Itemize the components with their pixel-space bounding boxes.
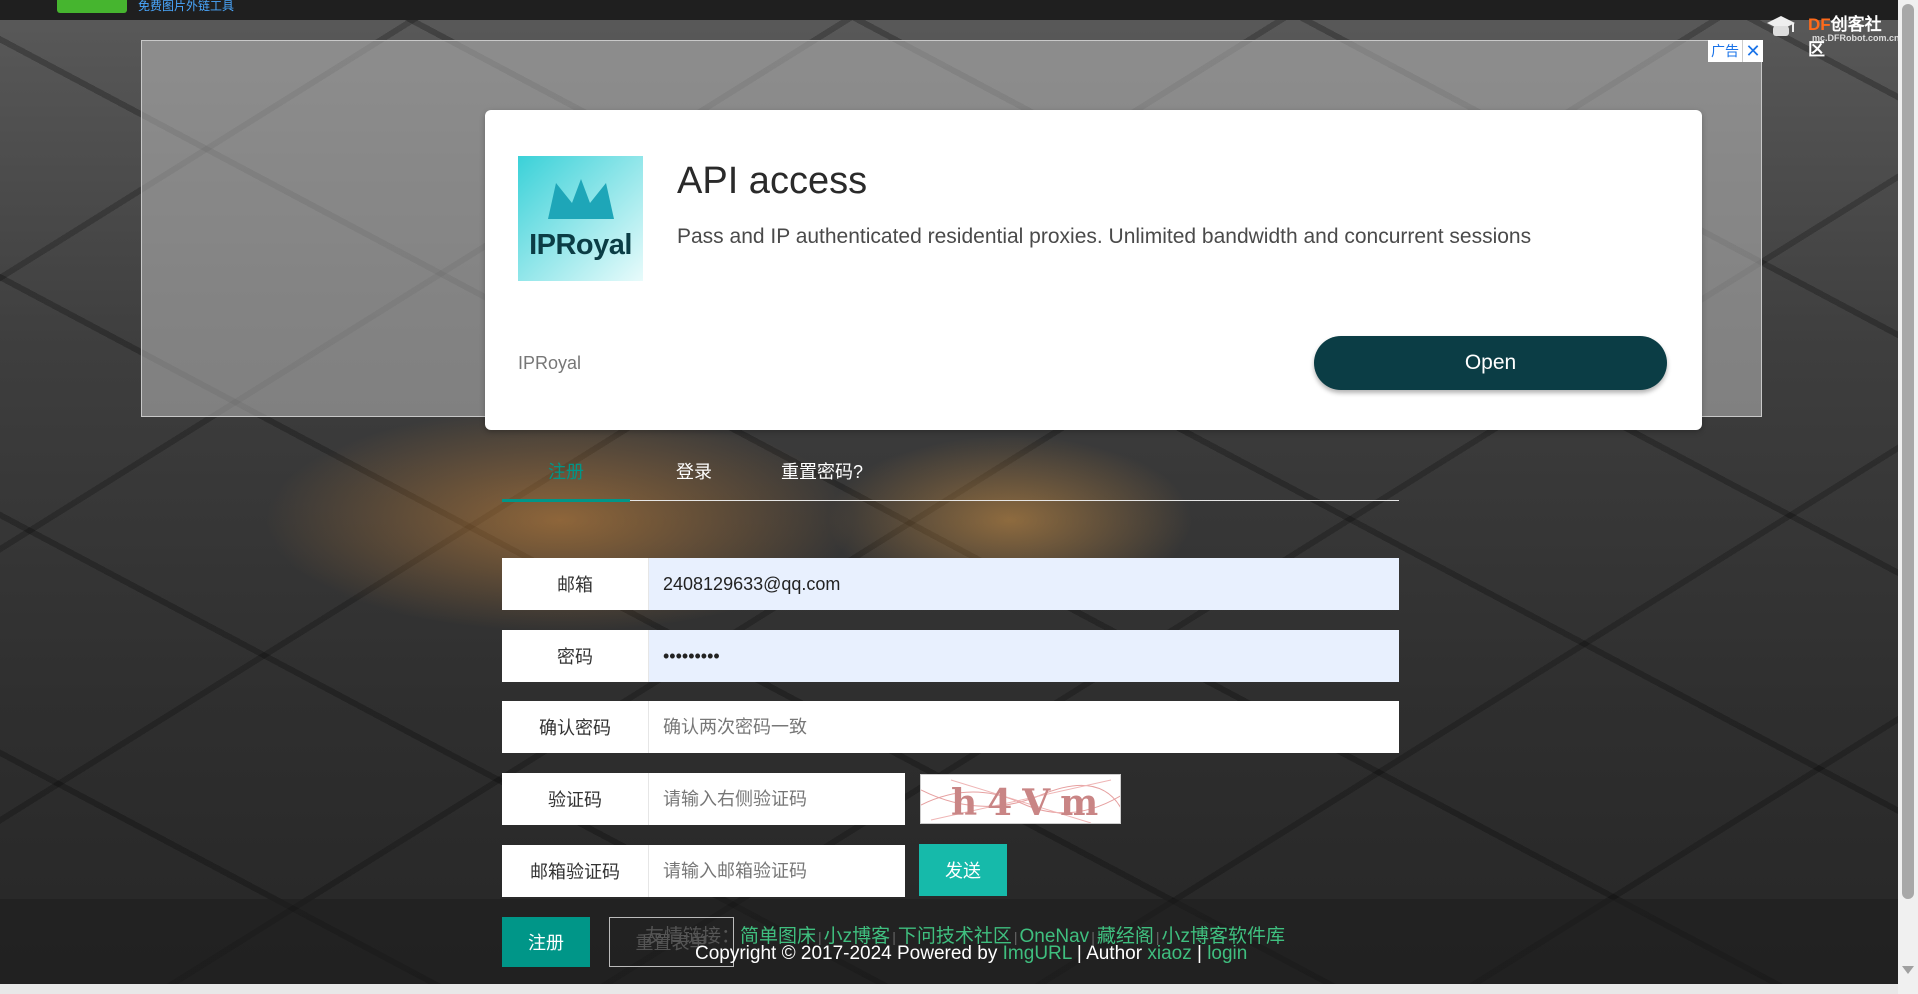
auth-tabs: 注册 登录 重置密码? bbox=[502, 455, 1399, 502]
captcha-image[interactable]: h4Vm bbox=[920, 774, 1121, 824]
tab-login[interactable]: 登录 bbox=[630, 455, 758, 499]
password-input[interactable] bbox=[649, 630, 1399, 682]
ad-open-button[interactable]: Open bbox=[1314, 336, 1667, 390]
tab-reset-password[interactable]: 重置密码? bbox=[758, 455, 886, 499]
email-input[interactable] bbox=[649, 558, 1399, 610]
captcha-graphic: h4Vm bbox=[921, 779, 1120, 824]
confirm-password-input[interactable] bbox=[649, 701, 1399, 753]
captcha-label: 验证码 bbox=[502, 773, 649, 825]
author-label: | Author bbox=[1076, 943, 1143, 964]
ad-title[interactable]: API access bbox=[677, 160, 867, 203]
ad-advertiser: IPRoyal bbox=[518, 353, 582, 373]
ad-frame: IPRoyal API access Pass and IP authentic… bbox=[141, 40, 1762, 430]
password-label: 密码 bbox=[502, 630, 649, 682]
site-logo[interactable] bbox=[57, 0, 127, 13]
close-icon[interactable]: ✕ bbox=[1742, 40, 1763, 62]
send-code-button[interactable]: 发送 bbox=[919, 844, 1007, 896]
email-code-row: 邮箱验证码 bbox=[502, 845, 905, 897]
copyright: Copyright © 2017-2024 Powered by ImgURL … bbox=[695, 943, 1247, 965]
window-bottom-edge bbox=[0, 984, 1898, 994]
ad-logo: IPRoyal bbox=[518, 156, 643, 281]
email-code-label: 邮箱验证码 bbox=[502, 845, 649, 897]
author-link[interactable]: xiaoz bbox=[1147, 943, 1191, 964]
email-label: 邮箱 bbox=[502, 558, 649, 610]
site-tagline: 免费图片外链工具 bbox=[138, 0, 235, 13]
register-submit-button[interactable]: 注册 bbox=[502, 917, 590, 967]
login-link[interactable]: login bbox=[1207, 943, 1247, 964]
community-logo[interactable]: DF创客社区 mc.DFRobot.com.cn bbox=[1762, 6, 1900, 59]
powered-by-link[interactable]: ImgURL bbox=[1003, 943, 1072, 964]
password-row: 密码 bbox=[502, 630, 1399, 682]
email-code-input[interactable] bbox=[649, 845, 905, 897]
captcha-text: h4Vm bbox=[951, 782, 1108, 824]
ad-card[interactable]: IPRoyal API access Pass and IP authentic… bbox=[485, 110, 1702, 430]
crown-icon bbox=[547, 179, 614, 219]
captcha-input[interactable] bbox=[649, 773, 905, 825]
confirm-password-row: 确认密码 bbox=[502, 701, 1399, 753]
copyright-separator: | bbox=[1196, 943, 1202, 964]
graduation-cap-icon bbox=[1767, 16, 1795, 36]
ad-badge[interactable]: 广告 ✕ bbox=[1708, 40, 1763, 62]
ad-logo-text: IPRoyal bbox=[529, 229, 632, 261]
scroll-down-icon[interactable] bbox=[1902, 966, 1914, 974]
ad-badge-label: 广告 bbox=[1711, 43, 1739, 59]
tab-register[interactable]: 注册 bbox=[502, 455, 630, 502]
confirm-password-label: 确认密码 bbox=[502, 701, 649, 753]
community-domain: mc.DFRobot.com.cn bbox=[1812, 33, 1900, 43]
top-bar: 免费图片外链工具 bbox=[0, 0, 1898, 20]
email-row: 邮箱 bbox=[502, 558, 1399, 610]
captcha-row: 验证码 bbox=[502, 773, 905, 825]
ad-description: Pass and IP authenticated residential pr… bbox=[677, 225, 1532, 248]
scrollbar-thumb[interactable] bbox=[1902, 4, 1914, 899]
copyright-prefix: Copyright © 2017-2024 Powered by bbox=[695, 943, 998, 964]
page-scrollbar[interactable] bbox=[1898, 0, 1918, 994]
